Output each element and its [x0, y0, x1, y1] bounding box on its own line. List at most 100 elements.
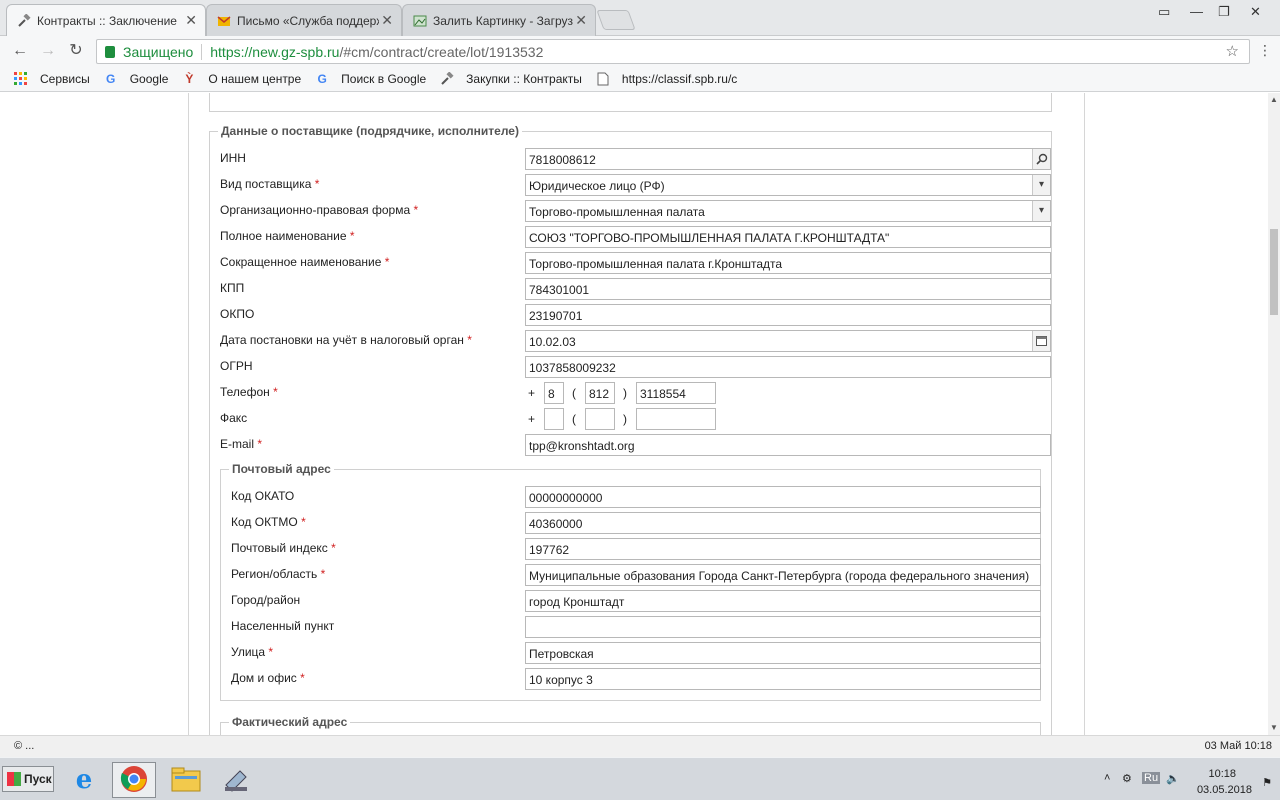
supplier-type-row: Вид поставщика * Юридическое лицо (РФ) ▾ [220, 174, 1051, 196]
close-icon[interactable]: ✕ [185, 12, 197, 29]
taskbar-explorer[interactable] [164, 762, 208, 798]
tax-date-value: 10.02.03 [529, 335, 576, 349]
house-input[interactable]: 10 корпус 3 [525, 668, 1041, 690]
phone-row: Телефон * + 8 ( 812 ) 3118554 [220, 382, 1050, 404]
status-datetime: 03 Май 10:18 [1204, 740, 1272, 752]
page-icon [596, 72, 610, 86]
menu-icon[interactable]: ⋮ [1258, 42, 1272, 59]
full-name-row: Полное наименование * СОЮЗ "ТОРГОВО-ПРОМ… [220, 226, 1051, 248]
tab-mail[interactable]: Письмо «Служба поддерж ✕ [206, 4, 402, 36]
okato-label: Код ОКАТО [231, 489, 295, 503]
street-row: Улица * Петровская [231, 642, 1041, 664]
status-bar: © ... 03 Май 10:18 [0, 735, 1280, 757]
scroll-down-icon[interactable]: ▼ [1269, 723, 1279, 733]
fax-code-input[interactable] [585, 408, 615, 430]
tax-date-input[interactable]: 10.02.03 [525, 330, 1051, 352]
supplier-type-value: Юридическое лицо (РФ) [529, 179, 665, 193]
back-icon[interactable]: ← [10, 41, 30, 61]
flag-icon[interactable]: ⚑ [1262, 776, 1272, 789]
browser-toolbar: ← → ↻ Защищено https:// new.gz-spb.ru /#… [0, 36, 1280, 66]
user-icon[interactable]: ▭ [1158, 4, 1170, 20]
volume-icon[interactable]: 🔈 [1166, 772, 1180, 785]
okpo-input[interactable]: 23190701 [525, 304, 1051, 326]
google-icon: G [106, 71, 116, 86]
oktmo-label: Код ОКТМО * [231, 515, 306, 529]
secure-label: Защищено [123, 43, 194, 60]
bookmark-procurement[interactable]: Закупки :: Контракты [440, 70, 582, 86]
clock-date[interactable]: 03.05.2018 [1197, 784, 1252, 796]
city-input[interactable]: город Кронштадт [525, 590, 1041, 612]
phone-code-input[interactable]: 812 [585, 382, 615, 404]
inn-input[interactable]: 7818008612 [525, 148, 1051, 170]
page-scrollbar[interactable]: ▲ ▼ [1268, 93, 1280, 735]
divider [201, 43, 203, 60]
taskbar-chrome[interactable] [112, 762, 156, 798]
oktmo-input[interactable]: 40360000 [525, 512, 1041, 534]
phone-country-input[interactable]: 8 [544, 382, 564, 404]
tab-image-upload[interactable]: Залить Картинку - Загрузи ✕ [402, 4, 596, 36]
scroll-up-icon[interactable]: ▲ [1269, 95, 1279, 105]
bookmark-star-icon[interactable]: ☆ [1226, 42, 1239, 60]
address-bar[interactable]: Защищено https:// new.gz-spb.ru /#cm/con… [96, 39, 1250, 64]
email-input[interactable]: tpp@kronshtadt.org [525, 434, 1051, 456]
bookmarks-bar: Сервисы G Google Ỳ О нашем центре G Поис… [0, 66, 1280, 92]
minimize-icon[interactable]: — [1190, 4, 1203, 19]
bookmark-google-search[interactable]: G Поиск в Google [315, 71, 427, 86]
settlement-input[interactable] [525, 616, 1041, 638]
full-name-input[interactable]: СОЮЗ "ТОРГОВО-ПРОМЫШЛЕННАЯ ПАЛАТА Г.КРОН… [525, 226, 1051, 248]
folder-icon [171, 766, 201, 795]
search-icon[interactable] [1032, 149, 1050, 169]
tab-title: Письмо «Служба поддерж [237, 13, 379, 28]
chevron-down-icon[interactable]: ▾ [1032, 175, 1050, 195]
okato-input[interactable]: 00000000000 [525, 486, 1041, 508]
kpp-input[interactable]: 784301001 [525, 278, 1051, 300]
restore-icon[interactable]: ❐ [1218, 4, 1230, 20]
tray-gear-icon[interactable]: ⚙ [1122, 772, 1132, 785]
language-indicator[interactable]: Ru [1142, 772, 1161, 784]
scroll-thumb[interactable] [1270, 229, 1278, 315]
postal-index-input[interactable]: 197762 [525, 538, 1041, 560]
google-icon: G [317, 71, 327, 86]
legal-form-select[interactable]: Торгово-промышленная палата ▾ [525, 200, 1051, 222]
bookmark-label: https://classif.spb.ru/c [621, 71, 738, 86]
house-label: Дом и офис * [231, 671, 305, 685]
tax-date-label: Дата постановки на учёт в налоговый орга… [220, 333, 472, 347]
phone-number-input[interactable]: 3118554 [636, 382, 716, 404]
region-row: Регион/область * Муниципальные образован… [231, 564, 1041, 586]
oktmo-row: Код ОКТМО * 40360000 [231, 512, 1041, 534]
fax-country-input[interactable] [544, 408, 564, 430]
start-button[interactable]: Пуск [2, 766, 54, 792]
short-name-input[interactable]: Торгово-промышленная палата г.Кронштадта [525, 252, 1051, 274]
forward-icon[interactable]: → [38, 41, 58, 61]
region-input[interactable]: Муниципальные образования Города Санкт-П… [525, 564, 1041, 586]
bookmark-services[interactable]: Сервисы [14, 71, 90, 86]
postal-legend: Почтовый адрес [229, 462, 334, 476]
scanner-icon [222, 765, 250, 796]
ogrn-input[interactable]: 1037858009232 [525, 356, 1051, 378]
reload-icon[interactable]: ↻ [66, 41, 86, 61]
inn-row: ИНН 7818008612 [220, 148, 1051, 170]
close-icon[interactable]: ✕ [381, 12, 393, 29]
bookmark-about-center[interactable]: Ỳ О нашем центре [182, 72, 301, 86]
street-input[interactable]: Петровская [525, 642, 1041, 664]
window-close-icon[interactable]: ✕ [1250, 4, 1261, 20]
bookmark-google[interactable]: G Google [104, 71, 168, 86]
tab-contracts[interactable]: Контракты :: Заключение ✕ [6, 4, 206, 37]
supplier-type-select[interactable]: Юридическое лицо (РФ) ▾ [525, 174, 1051, 196]
close-icon[interactable]: ✕ [575, 12, 587, 29]
tray-expand-icon[interactable]: ˄ [1104, 772, 1110, 784]
clock-time[interactable]: 10:18 [1208, 768, 1236, 780]
bookmark-classif[interactable]: https://classif.spb.ru/c [596, 72, 737, 86]
taskbar-ie[interactable]: e [62, 762, 106, 798]
tab-title: Контракты :: Заключение [37, 14, 177, 28]
calendar-icon[interactable] [1032, 331, 1050, 351]
fax-number-input[interactable] [636, 408, 716, 430]
city-label: Город/район [231, 593, 301, 607]
taskbar-scanner[interactable] [214, 762, 258, 798]
logo-icon: Ỳ [185, 71, 194, 86]
short-name-row: Сокращенное наименование * Торгово-промы… [220, 252, 1051, 274]
new-tab-button[interactable] [596, 10, 636, 30]
chevron-down-icon[interactable]: ▾ [1032, 201, 1050, 221]
chrome-icon [120, 765, 148, 796]
inn-value: 7818008612 [529, 153, 596, 167]
